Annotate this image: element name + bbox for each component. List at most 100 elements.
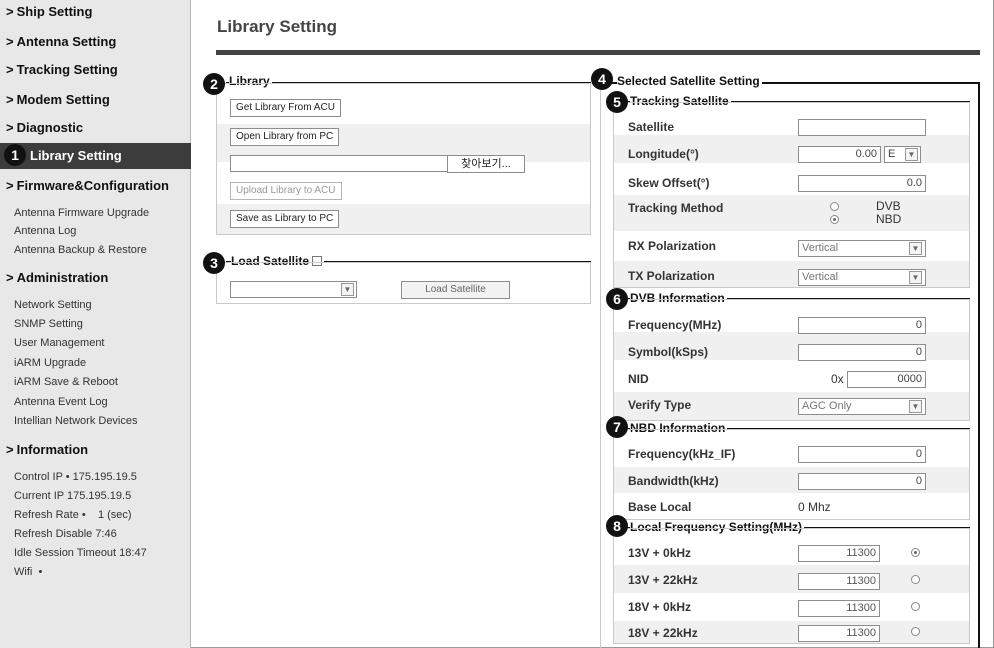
nav-ship-setting[interactable]: > Ship Setting [0,0,191,24]
info-refresh-disable[interactable]: Refresh Disable 7:46 [14,525,117,543]
nav-antenna-setting[interactable]: > Antenna Setting [0,30,191,54]
callout-badge: 7 [606,416,628,438]
nav-sub-intellian-network-devices[interactable]: Intellian Network Devices [14,412,138,430]
save-as-library-to-pc-button[interactable]: Save as Library to PC [230,210,340,228]
chevron-right-icon: > [6,442,14,457]
nav-label: Tracking Setting [16,62,118,77]
lnb-18v-22khz-input[interactable]: 11300 [798,625,880,642]
longitude-input[interactable]: 0.00 [798,146,881,163]
nav-modem-setting[interactable]: > Modem Setting [0,88,191,112]
rx-polarization-value: Vertical [802,242,839,254]
bandwidth-input[interactable]: 0 [798,473,926,490]
lnb-18v-22khz-radio[interactable] [911,627,920,636]
chevron-down-icon[interactable]: ▼ [909,242,922,255]
tracking-method-nbd-label: NBD [876,212,902,226]
chevron-down-icon[interactable]: ▼ [905,148,918,161]
lnb-13v-22khz-label: 13V + 22kHz [628,573,698,587]
rx-polarization-label: RX Polarization [628,239,717,253]
chevron-down-icon[interactable]: ▼ [909,400,922,413]
info-wifi: Wifi • [14,566,43,578]
satellite-label: Satellite [628,120,675,134]
symbol-rate-label: Symbol(kSps) [628,345,709,359]
nav-sub-antenna-log[interactable]: Antenna Log [14,222,76,240]
callout-badge: 5 [606,91,628,113]
nav-information[interactable]: > Information [0,438,191,462]
nav-sub-antenna-firmware-upgrade[interactable]: Antenna Firmware Upgrade [14,204,149,222]
lnb-13v-22khz-radio[interactable] [911,575,920,584]
lnb-18v-0khz-input[interactable]: 11300 [798,600,880,617]
nbd-frequency-input[interactable]: 0 [798,446,926,463]
chevron-down-icon[interactable]: ▼ [341,283,354,296]
lnb-13v-0khz-label: 13V + 0kHz [628,546,692,560]
verify-type-select[interactable]: AGC Only [798,398,926,415]
nav-administration[interactable]: > Administration [0,266,191,290]
nav-firmware-configuration[interactable]: > Firmware&Configuration [0,174,191,198]
longitude-label: Longitude(°) [628,147,699,161]
load-satellite-button[interactable]: Load Satellite [401,281,510,299]
satellite-input[interactable] [798,119,926,136]
nav-library-setting[interactable]: Library Setting [0,143,191,169]
nav-label: Diagnostic [16,120,84,135]
nav-tracking-setting[interactable]: > Tracking Setting [0,58,191,82]
tx-polarization-select[interactable]: Vertical [798,269,926,286]
open-library-from-pc-button[interactable]: Open Library from PC [230,128,340,146]
dvb-frequency-label: Frequency(MHz) [628,318,722,332]
chevron-right-icon: > [6,270,14,285]
nid-input[interactable]: 0000 [847,371,926,388]
info-control-ip: Control IP • 175.195.19.5 [14,471,137,483]
sidebar: > Ship Setting > Antenna Setting > Tracking… [0,0,191,648]
nav-label: Modem Setting [16,92,110,107]
nav-sub-snmp-setting[interactable]: SNMP Setting [14,315,83,333]
nav-sub-antenna-backup-restore[interactable]: Antenna Backup & Restore [14,241,147,259]
selected-satellite-right-border [978,82,980,648]
info-current-ip: Current IP 175.195.19.5 [14,490,132,502]
selected-satellite-group-title: Selected Satellite Setting [617,74,762,88]
load-satellite-select[interactable] [230,281,357,298]
info-idle-session-timeout: Idle Session Timeout 18:47 [14,547,147,559]
dvb-frequency-input[interactable]: 0 [798,317,926,334]
upload-library-to-acu-button[interactable]: Upload Library to ACU [230,182,342,200]
get-library-from-acu-button[interactable]: Get Library From ACU [230,99,341,117]
lnb-18v-0khz-radio[interactable] [911,602,920,611]
callout-badge: 3 [203,252,225,274]
nav-diagnostic[interactable]: > Diagnostic [0,116,191,140]
verify-type-label: Verify Type [628,398,692,412]
lnb-18v-0khz-label: 18V + 0kHz [628,600,692,614]
chevron-right-icon: > [6,62,14,77]
tracking-method-label: Tracking Method [628,201,724,215]
nav-label: Information [16,442,89,457]
skew-offset-input[interactable]: 0.0 [798,175,926,192]
tx-polarization-value: Vertical [802,271,839,283]
longitude-direction-value: E [888,148,896,160]
chevron-right-icon: > [6,120,14,135]
nav-sub-network-setting[interactable]: Network Setting [14,296,92,314]
callout-badge: 4 [591,68,613,90]
browse-button[interactable]: 찾아보기... [447,155,525,173]
nav-sub-iarm-save-reboot[interactable]: iARM Save & Reboot [14,373,118,391]
callout-badge: 8 [606,515,628,537]
nav-label: Ship Setting [16,4,93,19]
symbol-rate-input[interactable]: 0 [798,344,926,361]
rx-polarization-select[interactable]: Vertical [798,240,926,257]
info-refresh-rate: Refresh Rate • 1 (sec) [14,509,132,521]
tracking-method-dvb-radio[interactable] [830,202,839,211]
nbd-frequency-label: Frequency(kHz_IF) [628,447,736,461]
nid-prefix: 0x [831,372,844,386]
tracking-method-nbd-radio[interactable] [830,215,839,224]
lnb-13v-0khz-radio[interactable] [911,548,920,557]
callout-badge: 1 [4,144,26,166]
page-title: Library Setting [217,17,337,36]
file-path-input[interactable] [230,155,448,172]
chevron-right-icon: > [6,34,14,49]
chevron-down-icon[interactable]: ▼ [909,271,922,284]
nav-sub-user-management[interactable]: User Management [14,334,105,352]
chevron-right-icon: > [6,178,14,193]
selected-satellite-left-border [600,83,601,648]
lnb-13v-0khz-input[interactable]: 11300 [798,545,880,562]
lnb-18v-22khz-label: 18V + 22kHz [628,626,698,640]
nav-sub-antenna-event-log[interactable]: Antenna Event Log [14,393,108,411]
chevron-right-icon: > [6,92,14,107]
lnb-13v-22khz-input[interactable]: 11300 [798,573,880,590]
nav-sub-iarm-upgrade[interactable]: iARM Upgrade [14,354,86,372]
bandwidth-label: Bandwidth(kHz) [628,474,719,488]
